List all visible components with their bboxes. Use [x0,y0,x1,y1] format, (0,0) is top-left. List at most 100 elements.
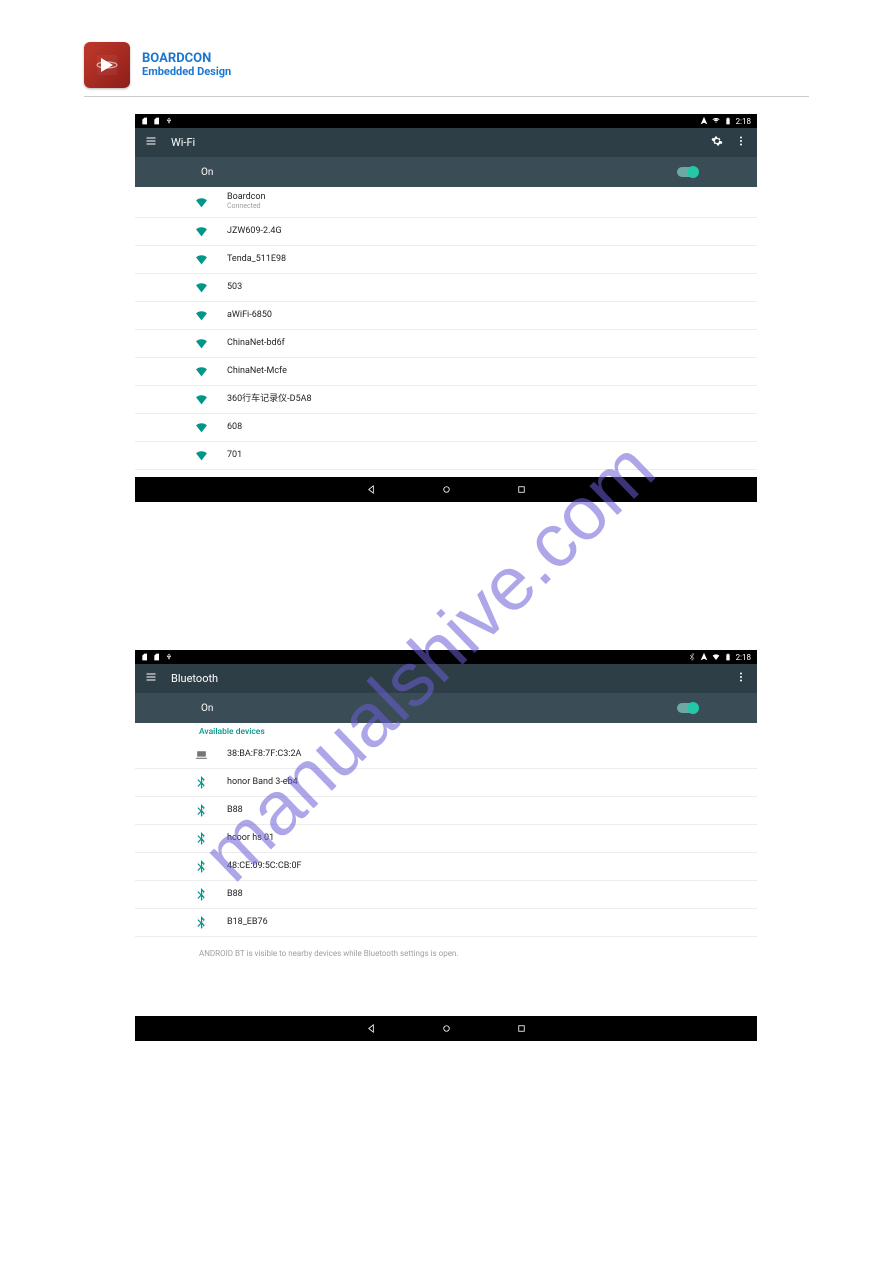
bt-title: Bluetooth [171,672,218,685]
bt-status-icon [688,653,696,661]
bt-device-name: B88 [227,890,757,900]
wifi-status-icon [712,117,720,125]
bt-device-row[interactable]: honor Band 3-eb4 [135,769,757,797]
wifi-ssid: 608 [227,423,757,433]
usb-icon [165,117,173,125]
overflow-icon[interactable] [735,135,747,150]
hamburger-icon[interactable] [145,135,157,150]
wifi-network-row[interactable]: 360行车记录仪-D5A8 [135,386,757,414]
wifi-switch[interactable] [677,167,697,177]
location-icon [700,117,708,125]
brand-tagline: Embedded Design [142,66,231,78]
wifi-signal-icon [195,365,227,378]
wifi-screenshot: 2:18 Wi-Fi On BoardconConnected JZW609-2.… [135,114,757,502]
status-bar: 2:18 [135,114,757,128]
sd-icon-2 [153,117,161,125]
bluetooth-icon [195,888,227,901]
wifi-network-row[interactable]: ChinaNet-Mcfe [135,358,757,386]
bt-device-row[interactable]: hcoor hs 01 [135,825,757,853]
hamburger-icon[interactable] [145,671,157,686]
nav-bar [135,477,757,502]
wifi-network-row[interactable]: 503 [135,274,757,302]
wifi-network-row[interactable]: aWiFi-6850 [135,302,757,330]
wifi-signal-icon [195,337,227,350]
bluetooth-icon [195,804,227,817]
brand-name: BOARDCON [142,52,231,66]
wifi-signal-icon [195,253,227,266]
wifi-status-icon [712,653,720,661]
wifi-ssid: aWiFi-6850 [227,311,757,321]
brand-logo [84,42,130,88]
clock: 2:18 [736,117,751,126]
back-button[interactable] [366,1019,377,1038]
bt-footer-note: ANDROID BT is visible to nearby devices … [135,937,757,958]
nav-bar [135,1016,757,1041]
bt-switch[interactable] [677,703,697,713]
wifi-network-row[interactable]: 608 [135,414,757,442]
bluetooth-screenshot: 2:18 Bluetooth On Available devices 38:B… [135,650,757,1041]
wifi-signal-icon [195,449,227,462]
wifi-title: Wi-Fi [171,136,195,149]
bluetooth-icon [195,832,227,845]
available-devices-label: Available devices [135,723,757,741]
home-button[interactable] [441,480,452,499]
wifi-status: Connected [227,203,757,211]
wifi-signal-icon [195,281,227,294]
wifi-toggle-label: On [201,167,213,178]
wifi-network-row[interactable]: BoardconConnected [135,187,757,218]
wifi-ssid: 701 [227,451,757,461]
home-button[interactable] [441,1019,452,1038]
gear-icon[interactable] [711,135,723,150]
sd-icon [141,653,149,661]
bluetooth-icon [195,916,227,929]
laptop-icon [195,748,227,761]
bt-device-name: 48:CE:09:5C:CB:0F [227,862,757,872]
recents-button[interactable] [516,1019,527,1038]
wifi-network-row[interactable]: ChinaNet-bd6f [135,330,757,358]
wifi-network-row[interactable]: 987 [135,470,757,477]
wifi-network-row[interactable]: JZW609-2.4G [135,218,757,246]
bt-device-row[interactable]: B18_EB76 [135,909,757,937]
wifi-ssid: JZW609-2.4G [227,227,757,237]
status-bar: 2:18 [135,650,757,664]
wifi-appbar: Wi-Fi [135,128,757,157]
bt-device-row[interactable]: B88 [135,797,757,825]
battery-icon [724,653,732,661]
wifi-signal-icon [195,196,227,209]
wifi-network-row[interactable]: Tenda_511E98 [135,246,757,274]
wifi-ssid: Boardcon [227,193,757,203]
bt-device-name: honor Band 3-eb4 [227,778,757,788]
sd-icon [141,117,149,125]
wifi-ssid: ChinaNet-Mcfe [227,367,757,377]
wifi-signal-icon [195,421,227,434]
wifi-network-row[interactable]: 701 [135,442,757,470]
wifi-ssid: Tenda_511E98 [227,255,757,265]
recents-button[interactable] [516,480,527,499]
bt-device-name: B18_EB76 [227,918,757,928]
wifi-ssid: 360行车记录仪-D5A8 [227,395,757,405]
wifi-ssid: 503 [227,283,757,293]
bt-device-name: B88 [227,806,757,816]
bt-toggle-bar: On [135,693,757,723]
bt-device-row[interactable]: 38:BA:F8:7F:C3:2A [135,741,757,769]
wifi-ssid: ChinaNet-bd6f [227,339,757,349]
wifi-toggle-bar: On [135,157,757,187]
clock: 2:18 [736,653,751,662]
battery-icon [724,117,732,125]
bt-device-row[interactable]: 48:CE:09:5C:CB:0F [135,853,757,881]
bt-device-row[interactable]: B88 [135,881,757,909]
wifi-signal-icon [195,225,227,238]
bluetooth-icon [195,776,227,789]
bt-device-name: 38:BA:F8:7F:C3:2A [227,750,757,760]
overflow-icon[interactable] [735,671,747,686]
bt-toggle-label: On [201,703,213,714]
usb-icon [165,653,173,661]
sd-icon-2 [153,653,161,661]
brand-header: BOARDCON Embedded Design [84,42,809,97]
bt-appbar: Bluetooth [135,664,757,693]
back-button[interactable] [366,480,377,499]
wifi-signal-icon [195,393,227,406]
wifi-signal-icon [195,309,227,322]
bluetooth-icon [195,860,227,873]
location-icon [700,653,708,661]
